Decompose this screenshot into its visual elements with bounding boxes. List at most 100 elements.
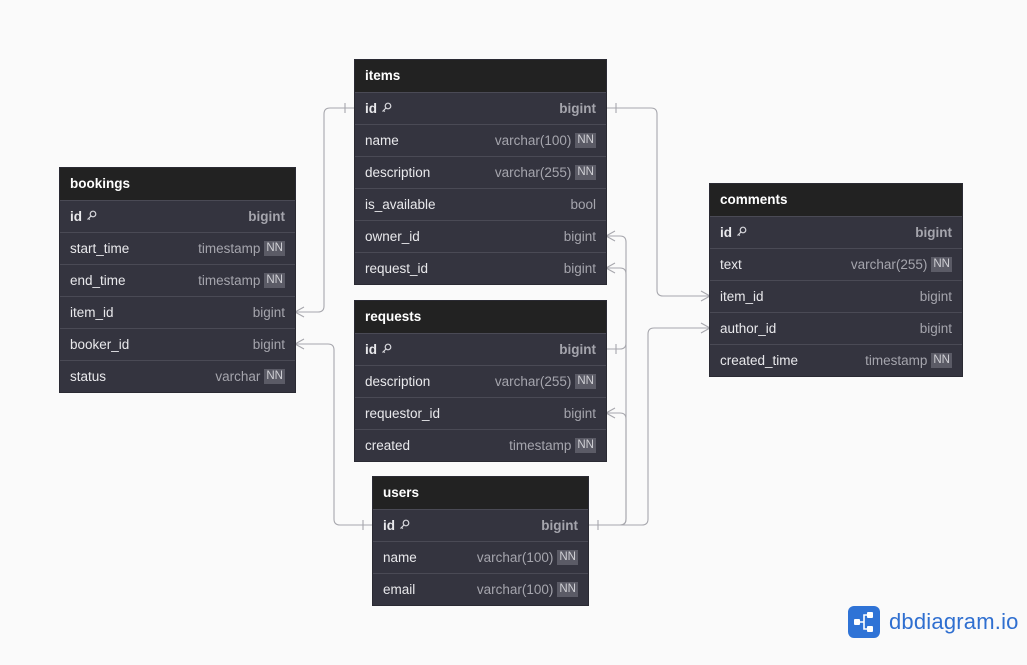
field-name: owner_id <box>365 229 564 244</box>
field-name: start_time <box>70 241 198 256</box>
field-row-item-id[interactable]: item_id bigint <box>710 280 962 312</box>
table-title[interactable]: comments <box>710 184 962 216</box>
table-title[interactable]: bookings <box>60 168 295 200</box>
field-row-author-id[interactable]: author_id bigint <box>710 312 962 344</box>
field-type: bigint <box>253 337 285 352</box>
field-type: varchar(255) NN <box>495 374 596 389</box>
field-row-description[interactable]: description varchar(255) NN <box>355 156 606 188</box>
field-name: id <box>720 225 915 241</box>
field-name-text: id <box>70 208 82 224</box>
field-name: created_time <box>720 353 865 368</box>
field-type: bigint <box>559 342 596 357</box>
field-row-owner-id[interactable]: owner_id bigint <box>355 220 606 252</box>
field-type: bigint <box>915 225 952 240</box>
field-name-text: created <box>365 438 411 453</box>
field-type: varchar(100) NN <box>495 133 596 148</box>
field-name: name <box>383 550 477 565</box>
field-row-id[interactable]: id bigint <box>60 200 295 232</box>
share-nodes-icon <box>848 606 880 638</box>
field-name-text: name <box>383 550 417 565</box>
table-comments[interactable]: comments id bigint text varchar(255) NN item_i… <box>710 184 962 376</box>
edge-comments-author <box>588 327 710 526</box>
field-type: varchar NN <box>215 369 285 384</box>
field-name-text: is_available <box>365 197 436 212</box>
field-row-text[interactable]: text varchar(255) NN <box>710 248 962 280</box>
field-name: requestor_id <box>365 406 564 421</box>
field-type: timestamp NN <box>198 241 285 256</box>
field-type: timestamp NN <box>865 353 952 368</box>
table-title[interactable]: items <box>355 60 606 92</box>
logo-text: dbdiagram.io <box>889 609 1019 634</box>
field-name-text: name <box>365 133 399 148</box>
field-row-created-time[interactable]: created_time timestamp NN <box>710 344 962 376</box>
field-name: id <box>365 101 559 117</box>
table-bookings[interactable]: bookings id bigint start_time timestamp NN end… <box>60 168 295 392</box>
field-row-is-available[interactable]: is_available bool <box>355 188 606 220</box>
field-type: varchar(255) NN <box>495 165 596 180</box>
field-name: email <box>383 582 477 597</box>
field-type-text: varchar(100) <box>476 582 554 597</box>
field-name-text: end_time <box>70 273 126 288</box>
field-name-text: request_id <box>365 261 429 276</box>
field-name: end_time <box>70 273 198 288</box>
field-name-text: description <box>365 374 431 389</box>
key-icon <box>399 518 410 533</box>
field-row-request-id[interactable]: request_id bigint <box>355 252 606 284</box>
field-row-requestor-id[interactable]: requestor_id bigint <box>355 397 606 429</box>
field-name: status <box>70 369 215 384</box>
field-row-id[interactable]: id bigint <box>355 92 606 124</box>
field-type-text: varchar(255) <box>850 257 928 272</box>
field-row-id[interactable]: id bigint <box>373 509 588 541</box>
field-name-text: id <box>383 517 395 533</box>
field-type: bigint <box>920 321 952 336</box>
field-name: id <box>383 518 541 534</box>
field-name: id <box>70 209 248 225</box>
edge-items-request <box>606 267 627 350</box>
field-type-text: bigint <box>248 209 285 224</box>
field-type-text: bigint <box>563 229 596 244</box>
field-row-description[interactable]: description varchar(255) NN <box>355 365 606 397</box>
field-name-text: requestor_id <box>365 406 441 421</box>
field-row-status[interactable]: status varchar NN <box>60 360 295 392</box>
field-name: is_available <box>365 197 570 212</box>
field-name: request_id <box>365 261 564 276</box>
field-type: bigint <box>541 518 578 533</box>
field-type-text: timestamp <box>865 353 928 368</box>
field-row-id[interactable]: id bigint <box>710 216 962 248</box>
table-items[interactable]: items id bigint name varchar(100) NN descripti… <box>355 60 606 284</box>
field-type: bigint <box>564 261 596 276</box>
table-users[interactable]: users id bigint name varchar(100) NN email varc… <box>373 477 588 605</box>
field-type: bool <box>570 197 596 212</box>
field-row-start-time[interactable]: start_time timestamp NN <box>60 232 295 264</box>
key-icon <box>86 209 97 224</box>
field-type-text: varchar(255) <box>494 374 572 389</box>
key-icon <box>736 225 747 240</box>
table-title[interactable]: users <box>373 477 588 509</box>
not-null-badge: NN <box>575 438 596 453</box>
field-row-email[interactable]: email varchar(100) NN <box>373 573 588 605</box>
field-type: bigint <box>564 406 596 421</box>
field-row-id[interactable]: id bigint <box>355 333 606 365</box>
field-type: varchar(100) NN <box>477 582 578 597</box>
field-name-text: email <box>383 582 416 597</box>
field-row-created[interactable]: created timestamp NN <box>355 429 606 461</box>
field-row-end-time[interactable]: end_time timestamp NN <box>60 264 295 296</box>
field-name: item_id <box>720 289 920 304</box>
table-title[interactable]: requests <box>355 301 606 333</box>
field-type-text: bigint <box>919 321 952 336</box>
field-name-text: author_id <box>720 321 777 336</box>
field-row-name[interactable]: name varchar(100) NN <box>373 541 588 573</box>
dbdiagram-logo[interactable]: dbdiagram.io <box>848 606 1019 638</box>
field-row-name[interactable]: name varchar(100) NN <box>355 124 606 156</box>
not-null-badge: NN <box>575 133 596 148</box>
field-type: bigint <box>253 305 285 320</box>
field-name: created <box>365 438 509 453</box>
field-row-booker-id[interactable]: booker_id bigint <box>60 328 295 360</box>
table-requests[interactable]: requests id bigint description varchar(255) N… <box>355 301 606 461</box>
field-name-text: status <box>70 369 107 384</box>
field-row-item-id[interactable]: item_id bigint <box>60 296 295 328</box>
field-name: item_id <box>70 305 253 320</box>
field-name: name <box>365 133 495 148</box>
not-null-badge: NN <box>557 550 578 565</box>
field-name-text: text <box>720 257 742 272</box>
